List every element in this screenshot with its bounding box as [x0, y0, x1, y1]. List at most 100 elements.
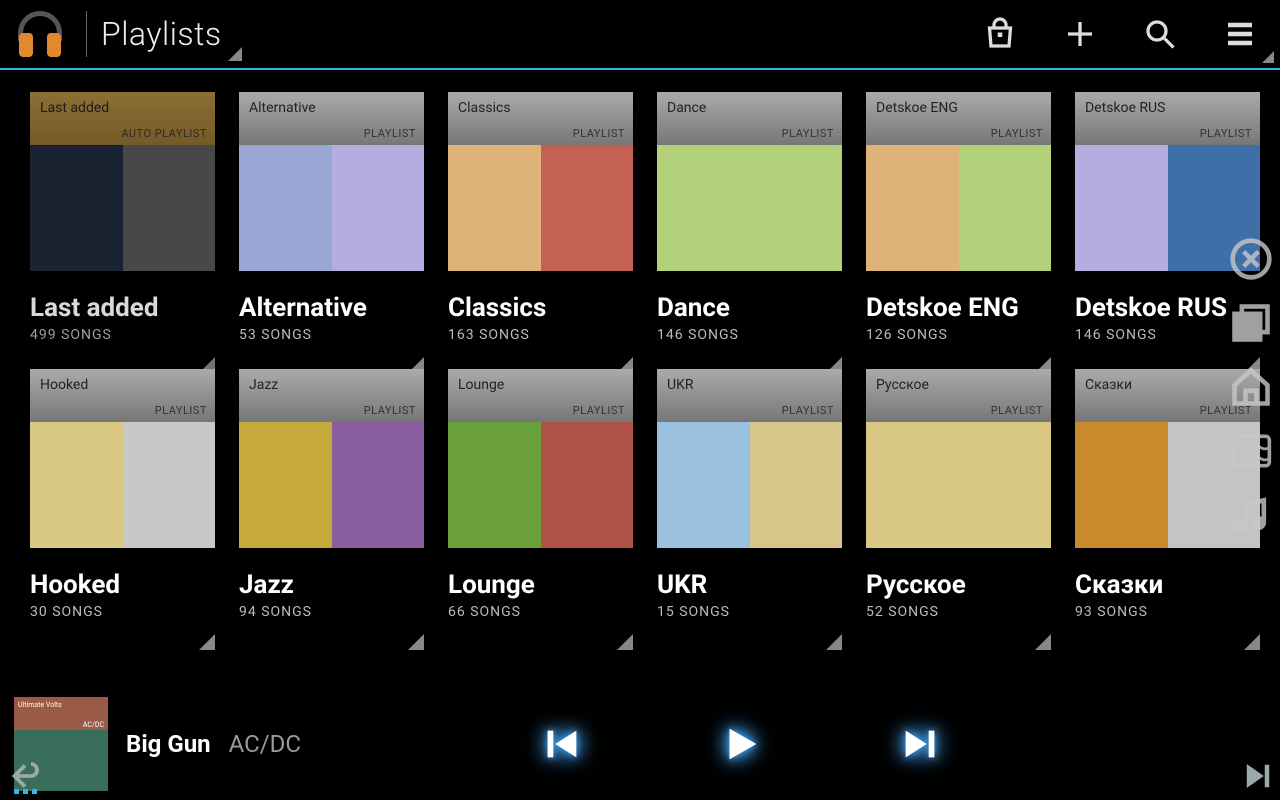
shop-button[interactable] [960, 0, 1040, 69]
album-art-title: Ultimate Volts [18, 701, 62, 709]
menu-button[interactable] [1200, 0, 1280, 69]
playlist-thumbnail: Русское PLAYLIST [866, 369, 1051, 548]
playlist-title: Last added [30, 293, 215, 323]
playlist-card[interactable]: Alternative PLAYLIST Alternative 53 SONG… [239, 92, 424, 343]
app-icon[interactable] [0, 0, 80, 69]
thumbnail-type: PLAYLIST [155, 404, 207, 417]
overflow-indicator-icon [1262, 51, 1274, 63]
plus-icon [1062, 16, 1098, 52]
playlist-song-count: 163 SONGS [448, 327, 633, 343]
thumbnail-type: PLAYLIST [991, 127, 1043, 140]
thumbnail-type: PLAYLIST [782, 404, 834, 417]
overlay-map-button[interactable] [1222, 422, 1280, 480]
card-menu-indicator-icon[interactable] [1244, 634, 1260, 650]
thumbnail-name: Detskoe RUS [1085, 100, 1250, 116]
playlist-title: Jazz [239, 570, 424, 600]
card-menu-indicator-icon[interactable] [826, 634, 842, 650]
home-icon [1229, 365, 1273, 409]
next-button[interactable] [891, 714, 951, 774]
music-note-icon [1229, 493, 1273, 537]
skip-previous-icon [538, 721, 584, 767]
thumbnail-type: PLAYLIST [1200, 127, 1252, 140]
track-title: Big Gun [126, 730, 211, 758]
thumbnail-name: Last added [40, 100, 205, 116]
play-button[interactable] [711, 714, 771, 774]
close-circle-icon [1229, 237, 1273, 281]
playlist-song-count: 94 SONGS [239, 604, 424, 620]
card-menu-indicator-icon[interactable] [408, 634, 424, 650]
thumbnail-type: PLAYLIST [573, 127, 625, 140]
playlist-title: Сказки [1075, 570, 1260, 600]
playlist-card[interactable]: Detskoe ENG PLAYLIST Detskoe ENG 126 SON… [866, 92, 1051, 343]
playlist-card[interactable]: Lounge PLAYLIST Lounge 66 SONGS [448, 369, 633, 620]
card-menu-indicator-icon[interactable] [199, 634, 215, 650]
playlist-title: Detskoe ENG [866, 293, 1051, 323]
page-title: Playlists [101, 15, 222, 53]
playlist-song-count: 93 SONGS [1075, 604, 1260, 620]
playlist-thumbnail: UKR PLAYLIST [657, 369, 842, 548]
thumbnail-name: Detskoe ENG [876, 100, 1041, 116]
launcher-overlay [1222, 230, 1280, 544]
playlist-card[interactable]: Jazz PLAYLIST Jazz 94 SONGS [239, 369, 424, 620]
search-button[interactable] [1120, 0, 1200, 69]
thumbnail-name: Hooked [40, 377, 205, 393]
playlist-song-count: 15 SONGS [657, 604, 842, 620]
map-icon [1229, 429, 1273, 473]
shopping-bag-icon [982, 16, 1018, 52]
playlist-title: Dance [657, 293, 842, 323]
playlist-thumbnail: Dance PLAYLIST [657, 92, 842, 271]
skip-next-small-icon [1240, 758, 1276, 794]
now-playing-bar[interactable]: Ultimate Volts AC/DC Big Gun AC/DC [0, 688, 1280, 800]
playlist-card[interactable]: Русское PLAYLIST Русское 52 SONGS [866, 369, 1051, 620]
play-icon [718, 721, 764, 767]
album-art-artist: AC/DC [83, 721, 104, 729]
thumbnail-type: PLAYLIST [782, 127, 834, 140]
thumbnail-name: Lounge [458, 377, 623, 393]
playlist-title: Lounge [448, 570, 633, 600]
playlist-title: Alternative [239, 293, 424, 323]
playlist-song-count: 53 SONGS [239, 327, 424, 343]
menu-icon [1222, 16, 1258, 52]
headphones-icon [15, 11, 65, 57]
playlist-thumbnail: Hooked PLAYLIST [30, 369, 215, 548]
playlist-card[interactable]: Last added AUTO PLAYLIST Last added 499 … [30, 92, 215, 343]
overlay-recents-button[interactable] [1222, 294, 1280, 352]
thumbnail-name: Dance [667, 100, 832, 116]
overlay-close-button[interactable] [1222, 230, 1280, 288]
dropdown-indicator-icon [228, 47, 242, 61]
launcher-dots [14, 789, 37, 794]
playlist-card[interactable]: UKR PLAYLIST UKR 15 SONGS [657, 369, 842, 620]
playlist-thumbnail: Lounge PLAYLIST [448, 369, 633, 548]
launcher-corner-next[interactable] [1206, 726, 1280, 800]
section-dropdown[interactable]: Playlists [93, 0, 244, 69]
thumbnail-name: UKR [667, 377, 832, 393]
overlay-music-button[interactable] [1222, 486, 1280, 544]
playlist-card[interactable]: Hooked PLAYLIST Hooked 30 SONGS [30, 369, 215, 620]
thumbnail-type: PLAYLIST [991, 404, 1043, 417]
playlist-card[interactable]: Dance PLAYLIST Dance 146 SONGS [657, 92, 842, 343]
thumbnail-name: Русское [876, 377, 1041, 393]
playlist-song-count: 66 SONGS [448, 604, 633, 620]
thumbnail-name: Jazz [249, 377, 414, 393]
new-playlist-button[interactable] [1040, 0, 1120, 69]
action-bar: Playlists [0, 0, 1280, 70]
search-icon [1142, 16, 1178, 52]
card-menu-indicator-icon[interactable] [617, 634, 633, 650]
card-menu-indicator-icon[interactable] [1035, 634, 1051, 650]
playlist-title: Русское [866, 570, 1051, 600]
playlist-thumbnail: Jazz PLAYLIST [239, 369, 424, 548]
playlist-title: Classics [448, 293, 633, 323]
stacked-squares-icon [1229, 301, 1273, 345]
thumbnail-name: Classics [458, 100, 623, 116]
playlist-grid: Last added AUTO PLAYLIST Last added 499 … [30, 92, 1270, 680]
thumbnail-type: PLAYLIST [364, 127, 416, 140]
playlist-thumbnail: Last added AUTO PLAYLIST [30, 92, 215, 271]
previous-button[interactable] [531, 714, 591, 774]
skip-next-icon [898, 721, 944, 767]
playlist-card[interactable]: Classics PLAYLIST Classics 163 SONGS [448, 92, 633, 343]
launcher-corner-back[interactable] [0, 726, 74, 800]
overlay-home-button[interactable] [1222, 358, 1280, 416]
playlist-song-count: 499 SONGS [30, 327, 215, 343]
thumbnail-type: PLAYLIST [364, 404, 416, 417]
playlist-thumbnail: Classics PLAYLIST [448, 92, 633, 271]
